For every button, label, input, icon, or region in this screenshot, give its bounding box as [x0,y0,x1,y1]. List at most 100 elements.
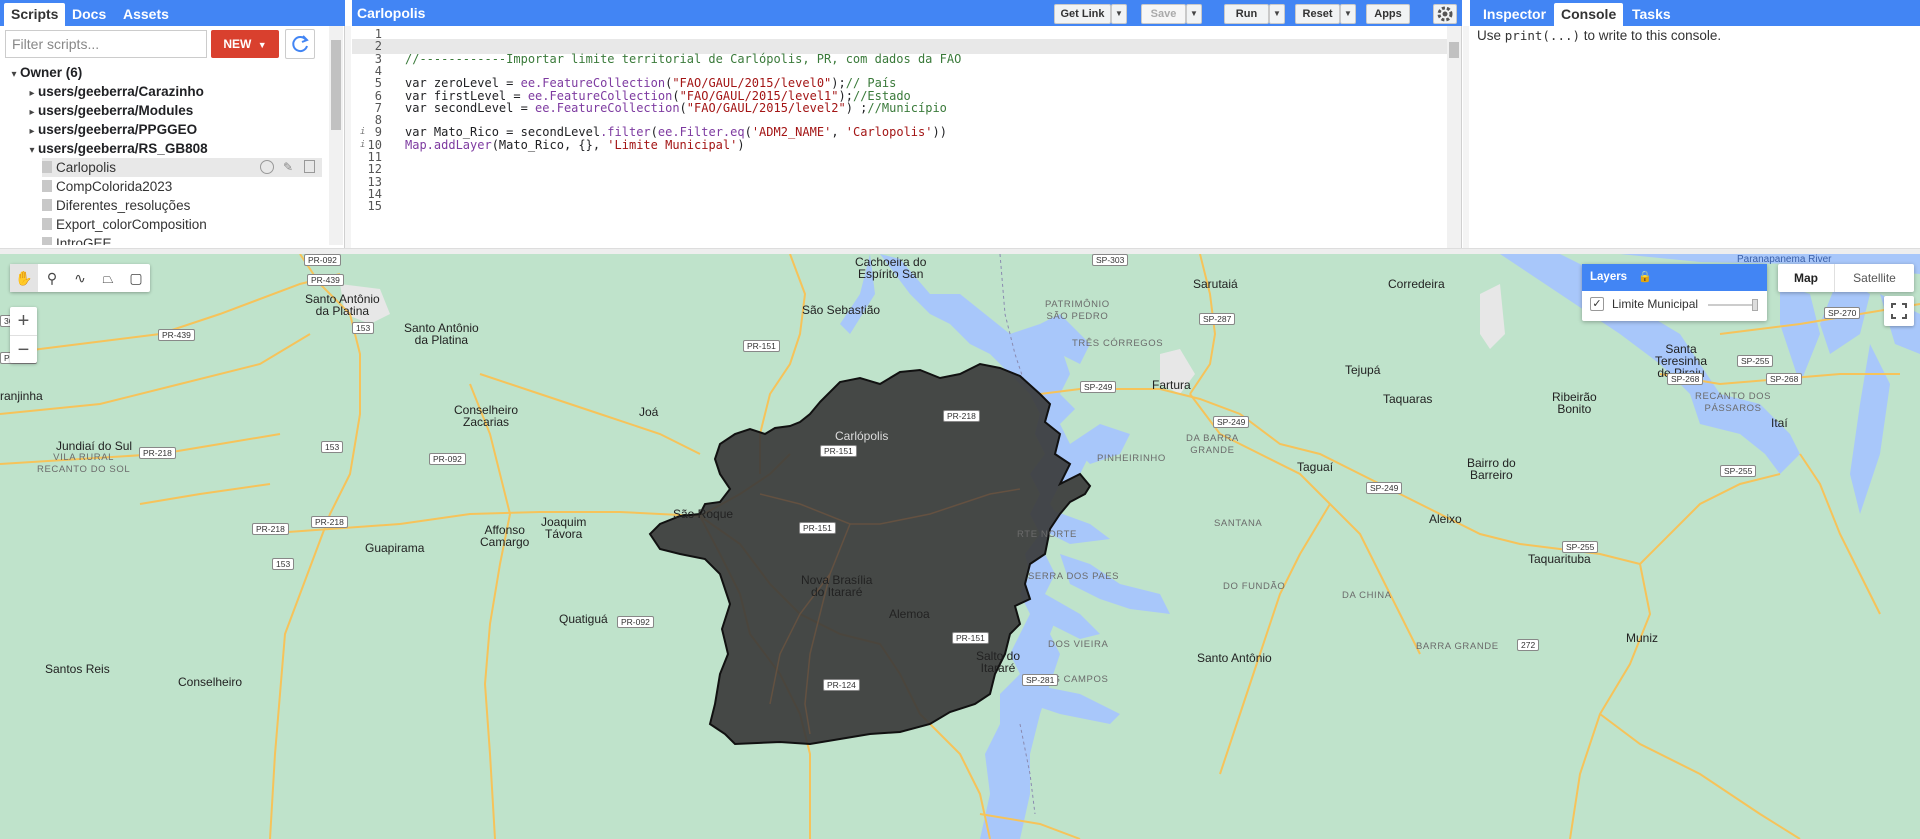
map-label: Taguaí [1297,460,1334,474]
run-button[interactable]: Run [1224,4,1269,24]
map-type-satellite-button[interactable]: Satellite [1834,264,1914,292]
layer-visibility-checkbox[interactable]: ✓ [1590,297,1604,311]
file-icon [42,180,52,192]
draw-rectangle-icon[interactable]: ▢ [122,264,150,292]
slider-track [1708,304,1758,306]
tree-repo[interactable]: ▾ users/geeberra/RS_GB808 [26,139,208,158]
map-label: Bairro do Barreiro [1467,456,1516,482]
get-link-button[interactable]: Get Link [1054,4,1111,24]
code-area[interactable]: 1 2 3//------------Importar limite territo… [352,26,1447,248]
road-shield: PR-439 [158,329,195,341]
history-icon[interactable] [260,160,274,174]
earth-engine-code-editor: Scripts Docs Assets NEW ▼ ▾Owner (6) ▸us… [0,0,1920,839]
slider-thumb[interactable] [1752,299,1758,311]
map-type-map-button[interactable]: Map [1778,264,1834,292]
map-label: Santo Antônio [1197,651,1272,665]
delete-icon[interactable] [304,160,315,173]
draw-line-icon[interactable]: ∿ [66,264,94,292]
layer-item[interactable]: ✓ Limite Municipal [1590,296,1698,313]
console-hint-code: print(...) [1504,28,1581,43]
road-shield: PR-124 [823,679,860,691]
road-shield: SP-255 [1720,465,1757,477]
get-link-dropdown-icon[interactable]: ▼ [1111,4,1127,24]
map-canvas[interactable]: Cachoeira do Espírito San São Sebastião P… [0,254,1920,839]
tree-file-selected[interactable]: Carlopolis ✎ [42,158,322,177]
road-shield: SP-270 [1824,307,1861,319]
reset-button[interactable]: Reset [1295,4,1340,24]
apps-button[interactable]: Apps [1366,4,1410,24]
scrollbar-thumb[interactable] [331,40,341,130]
layers-title: Layers [1590,271,1628,283]
tab-assets[interactable]: Assets [116,3,176,26]
add-marker-icon[interactable]: ⚲ [38,264,66,292]
map-label: TRÊS CÓRREGOS [1072,338,1164,349]
panel-splitter[interactable] [345,26,351,248]
caret-down-icon: ▾ [11,69,17,80]
map-label: Conselheiro Zacarias [454,403,519,429]
map-label: SANTANA [1214,518,1263,529]
console-hint: Use print(...) to write to this console. [1477,28,1721,43]
map-label: Santos Reis [45,662,110,676]
map-label: Joá [639,405,659,419]
tree-repo[interactable]: ▸ users/geeberra/Modules [26,101,193,120]
map-label: Conselheiro [178,675,243,689]
tree-repo[interactable]: ▸ users/geeberra/Carazinho [26,82,203,101]
basemap [0,254,1920,839]
code-editor-panel: Carlopolis Get Link ▼ Save ▼ Run ▼ Reset… [352,0,1462,248]
map-label: DO FUNDÃO [1223,581,1286,592]
drawing-tools: ✋ ⚲ ∿ ⏢ ▢ [10,264,150,292]
reservoir-arm [1060,554,1170,614]
script-title: Carlopolis [357,5,426,21]
save-dropdown-icon[interactable]: ▼ [1186,4,1202,24]
map-label: DOS VIEIRA [1048,639,1109,650]
urban-area [1480,284,1505,349]
tree-owner[interactable]: ▾ Owner (6) [8,63,82,82]
tab-docs[interactable]: Docs [65,3,113,26]
map-label: Muniz [1626,631,1659,645]
top-panels: Scripts Docs Assets NEW ▼ ▾Owner (6) ▸us… [0,0,1920,248]
settings-button[interactable] [1433,4,1457,24]
road-shield: PR-092 [304,254,341,266]
road-shield: PR-218 [139,447,176,459]
repo-label: users/geeberra/RS_GB808 [38,141,208,156]
tab-scripts[interactable]: Scripts [4,3,66,26]
map-label: Sarutaiá [1193,277,1238,291]
road-shield: SP-249 [1080,381,1117,393]
map-type-control: Map Satellite [1778,264,1914,292]
lock-icon[interactable]: 🔒 [1638,271,1652,283]
editor-scrollbar[interactable] [1447,26,1461,248]
refresh-button[interactable] [285,29,315,59]
chevron-down-icon: ▼ [257,40,267,50]
tree-file[interactable]: CompColorida2023 [42,177,172,196]
layer-name: Limite Municipal [1612,297,1699,311]
tree-file[interactable]: Diferentes_resoluções [42,196,190,215]
road-shield: 272 [1517,639,1540,651]
draw-polygon-icon[interactable]: ⏢ [94,264,122,292]
run-dropdown-icon[interactable]: ▼ [1269,4,1285,24]
fullscreen-button[interactable] [1884,296,1914,326]
zoom-out-icon[interactable]: − [10,335,37,363]
tree-file[interactable]: Export_colorComposition [42,215,207,234]
pan-hand-icon[interactable]: ✋ [10,264,38,292]
line-number: 15 [367,199,382,214]
tab-console[interactable]: Console [1554,3,1624,26]
tree-repo[interactable]: ▸ users/geeberra/PPGGEO [26,120,197,139]
edit-icon[interactable]: ✎ [283,158,293,177]
reset-dropdown-icon[interactable]: ▼ [1340,4,1356,24]
scripts-scrollbar[interactable] [329,26,343,245]
layer-opacity-slider[interactable] [1708,299,1758,311]
panel-splitter[interactable] [1463,26,1469,248]
map-label: Salto do Itararé [976,649,1021,675]
tab-tasks[interactable]: Tasks [1625,3,1678,26]
scrollbar-thumb[interactable] [1449,42,1459,58]
zoom-in-icon[interactable]: + [10,307,37,335]
filter-scripts-input[interactable] [5,30,207,58]
save-button[interactable]: Save [1141,4,1186,24]
tab-inspector[interactable]: Inspector [1476,3,1553,26]
code-line[interactable]: 15 [352,199,1447,214]
new-button[interactable]: NEW ▼ [211,30,279,58]
map-label: DA BARRA GRANDE [1186,433,1239,456]
map-label: PINHEIRINHO [1097,453,1166,464]
map-label: BARRA GRANDE [1416,641,1499,652]
tree-file[interactable]: IntroGEE [42,234,112,245]
